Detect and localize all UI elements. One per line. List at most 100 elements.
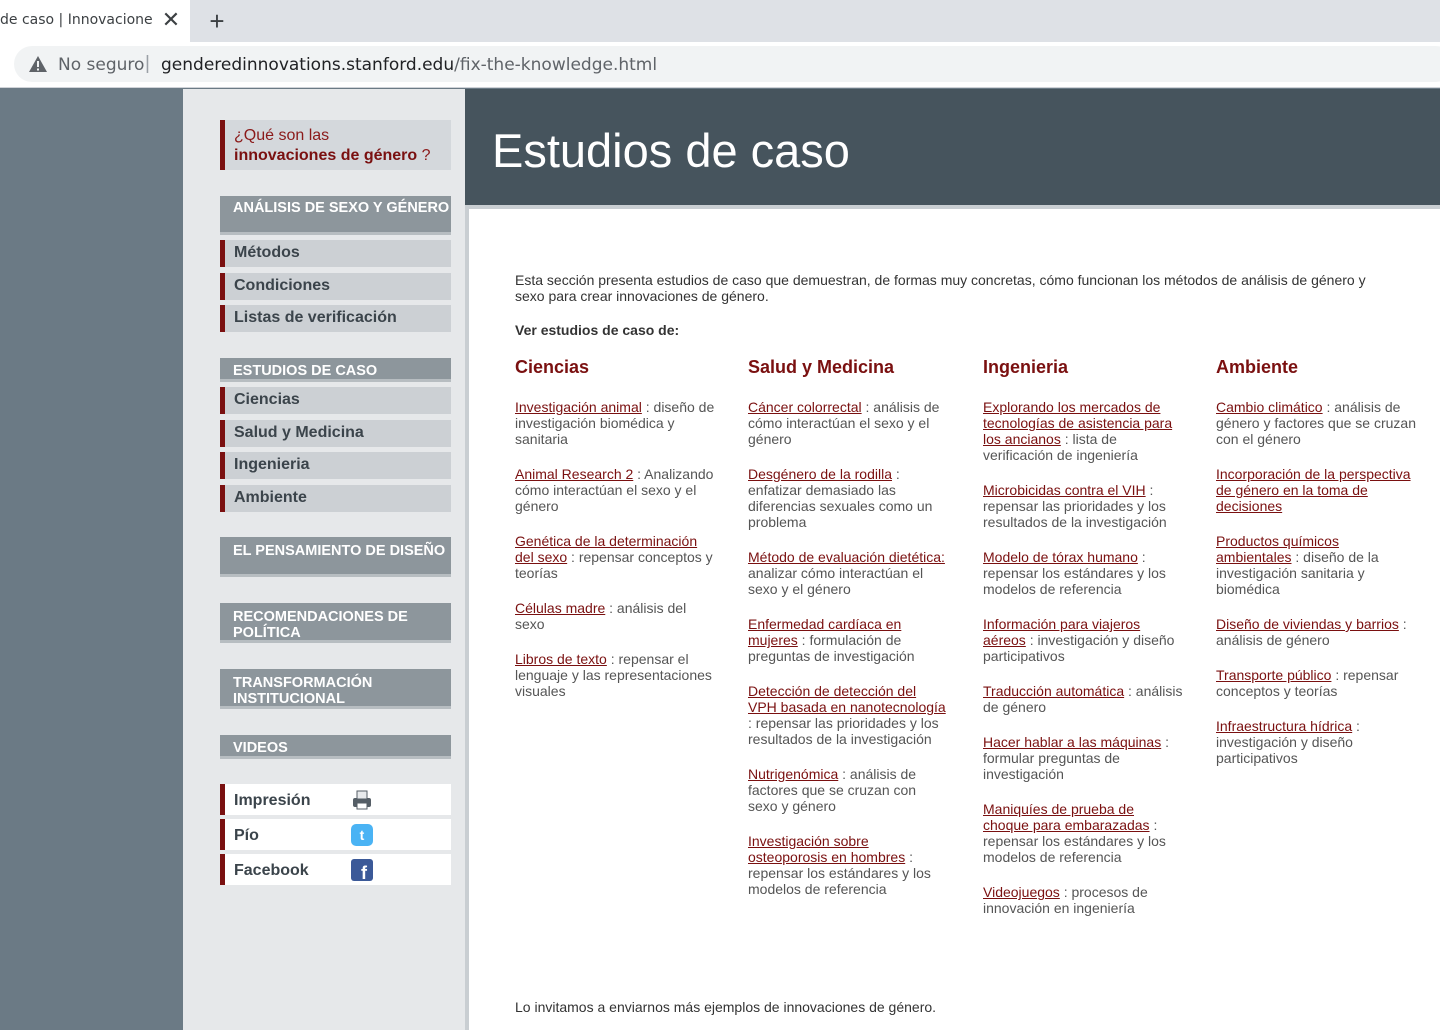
column-sciences: Ciencias Investigación animal : diseño de… [515, 357, 715, 718]
case-study-item: Enfermedad cardíaca en mujeres : formula… [748, 616, 948, 664]
url-separator: | [145, 53, 150, 74]
case-study-item: Infraestructura hídrica : investigación … [1216, 718, 1416, 766]
case-study-item: Hacer hablar a las máquinas : formular p… [983, 734, 1183, 782]
case-study-link[interactable]: Videojuegos [983, 884, 1060, 900]
case-study-item: Cambio climático : análisis de género y … [1216, 399, 1416, 447]
sidebar-head-analysis[interactable]: ANÁLISIS DE SEXO Y GÉNERO [220, 196, 451, 235]
address-bar[interactable]: No seguro | genderedinnovations.stanford… [14, 46, 1440, 82]
sidebar-item-conditions[interactable]: Condiciones [220, 273, 451, 300]
footer-note: Lo invitamos a enviarnos más ejemplos de… [515, 999, 937, 1015]
browser-toolbar: No seguro | genderedinnovations.stanford… [0, 42, 1440, 88]
new-tab-icon[interactable]: + [204, 6, 230, 36]
case-study-item: Método de evaluación dietética: analizar… [748, 549, 948, 597]
case-study-item: Microbicidas contra el VIH : repensar la… [983, 482, 1183, 530]
url-path: /fix-the-knowledge.html [454, 55, 658, 75]
case-study-desc: : repensar las prioridades y los resulta… [748, 715, 939, 747]
sidebar-item-environment[interactable]: Ambiente [220, 485, 451, 512]
security-label[interactable]: No seguro [58, 55, 144, 75]
case-study-item: Videojuegos : procesos de innovación en … [983, 884, 1183, 916]
what-line1: ¿Qué son las [234, 127, 330, 144]
sidebar-item-methods[interactable]: Métodos [220, 240, 451, 267]
case-study-link[interactable]: Microbicidas contra el VIH [983, 482, 1146, 498]
share-tweet-label: Pío [234, 827, 259, 844]
share-facebook-label: Facebook [234, 862, 309, 879]
sidebar-item-health[interactable]: Salud y Medicina [220, 420, 451, 447]
sidebar-head-design[interactable]: EL PENSAMIENTO DE DISEÑO [220, 537, 451, 577]
warning-icon[interactable] [28, 55, 48, 73]
case-study-item: Investigación animal : diseño de investi… [515, 399, 715, 447]
case-study-link[interactable]: Incorporación de la perspectiva de géner… [1216, 466, 1411, 514]
column-heading: Ambiente [1216, 357, 1299, 377]
what-are-gendered-innovations-link[interactable]: ¿Qué son las innovaciones de género ? [220, 120, 451, 170]
share-facebook-button[interactable]: Facebook f [220, 854, 451, 885]
case-study-item: Animal Research 2 : Analizando cómo inte… [515, 466, 715, 514]
case-study-link[interactable]: Investigación sobre osteoporosis en homb… [748, 833, 905, 865]
case-study-item: Nutrigenómica : análisis de factores que… [748, 766, 948, 814]
case-study-link[interactable]: Transporte público [1216, 667, 1331, 683]
sidebar: ¿Qué son las innovaciones de género ? AN… [183, 89, 465, 1030]
case-study-item: Investigación sobre osteoporosis en homb… [748, 833, 948, 897]
sidebar-item-sciences[interactable]: Ciencias [220, 387, 451, 414]
sidebar-head-institutional[interactable]: TRANSFORMACIÓN INSTITUCIONAL [220, 669, 451, 709]
sidebar-head-case-studies[interactable]: ESTUDIOS DE CASO [220, 358, 451, 382]
case-study-item: Transporte público : repensar conceptos … [1216, 667, 1416, 699]
case-study-link[interactable]: Nutrigenómica [748, 766, 838, 782]
close-tab-icon[interactable]: ✕ [160, 8, 182, 32]
column-heading: Salud y Medicina [748, 357, 895, 377]
case-study-link[interactable]: Traducción automática [983, 683, 1124, 699]
case-study-link[interactable]: Diseño de viviendas y barrios [1216, 616, 1399, 632]
case-study-item: Información para viajeros aéreos : inves… [983, 616, 1183, 664]
case-study-link[interactable]: Hacer hablar a las máquinas [983, 734, 1161, 750]
main-content: Esta sección presenta estudios de caso q… [469, 89, 1440, 1030]
url-domain: genderedinnovations.stanford.edu [161, 55, 455, 75]
case-study-item: Modelo de tórax humano : repensar los es… [983, 549, 1183, 597]
case-study-item: Productos químicos ambientales : diseño … [1216, 533, 1416, 597]
printer-icon [353, 790, 371, 810]
column-heading: Ingenieria [983, 357, 1069, 377]
case-study-item: Libros de texto : repensar el lenguaje y… [515, 651, 715, 699]
case-study-item: Maniquíes de prueba de choque para embar… [983, 801, 1183, 865]
column-engineering: Ingenieria Explorando los mercados de tec… [983, 357, 1183, 935]
case-study-link[interactable]: Maniquíes de prueba de choque para embar… [983, 801, 1150, 833]
sidebar-item-checklists[interactable]: Listas de verificación [220, 305, 451, 332]
case-study-item: Células madre : análisis del sexo [515, 600, 715, 632]
case-study-item: Genética de la determinación del sexo : … [515, 533, 715, 581]
case-study-item: Diseño de viviendas y barrios : análisis… [1216, 616, 1416, 648]
page: ¿Qué son las innovaciones de género ? AN… [0, 89, 1440, 1030]
case-study-link[interactable]: Células madre [515, 600, 605, 616]
case-study-link[interactable]: Libros de texto [515, 651, 607, 667]
svg-text:f: f [361, 863, 368, 882]
case-study-link[interactable]: Cambio climático [1216, 399, 1323, 415]
share-tweet-button[interactable]: Pío t [220, 819, 451, 850]
share-print-button[interactable]: Impresión [220, 784, 451, 815]
facebook-icon: f [351, 859, 373, 882]
tab-bar: de caso | Innovaciones de género ✕ + [0, 0, 1440, 42]
sidebar-head-videos[interactable]: VIDEOS [220, 735, 451, 759]
case-study-link[interactable]: Detección de detección del VPH basada en… [748, 683, 946, 715]
case-study-link[interactable]: Cáncer colorrectal [748, 399, 862, 415]
share-print-label: Impresión [234, 792, 311, 809]
case-study-link[interactable]: Infraestructura hídrica [1216, 718, 1352, 734]
browser-tab[interactable]: de caso | Innovaciones de género ✕ [0, 0, 190, 42]
intro-text: Esta sección presenta estudios de caso q… [515, 272, 1366, 304]
column-heading: Ciencias [515, 357, 590, 377]
case-study-link[interactable]: Investigación animal [515, 399, 642, 415]
case-study-link[interactable]: Animal Research 2 [515, 466, 633, 482]
case-study-link[interactable]: Método de evaluación dietética: [748, 549, 945, 565]
case-study-item: Desgénero de la rodilla : enfatizar dema… [748, 466, 948, 530]
twitter-icon: t [351, 824, 373, 846]
case-study-link[interactable]: Modelo de tórax humano [983, 549, 1138, 565]
case-study-item: Incorporación de la perspectiva de géner… [1216, 466, 1416, 514]
sidebar-item-engineering[interactable]: Ingenieria [220, 452, 451, 479]
see-case-studies-label: Ver estudios de caso de: [515, 322, 680, 338]
sidebar-head-policy[interactable]: RECOMENDACIONES DE POLÍTICA [220, 603, 451, 643]
tab-title: de caso | Innovaciones de género [0, 12, 152, 28]
column-health: Salud y Medicina Cáncer colorrectal : aná… [748, 357, 948, 916]
case-study-link[interactable]: Desgénero de la rodilla [748, 466, 892, 482]
page-title: Estudios de caso [492, 124, 850, 177]
what-bold: innovaciones de género [234, 147, 418, 164]
case-study-item: Traducción automática : análisis de géne… [983, 683, 1183, 715]
page-banner: Estudios de caso [465, 89, 1440, 209]
url-text[interactable]: genderedinnovations.stanford.edu/fix-the… [161, 55, 657, 75]
case-study-item: Cáncer colorrectal : análisis de cómo in… [748, 399, 948, 447]
